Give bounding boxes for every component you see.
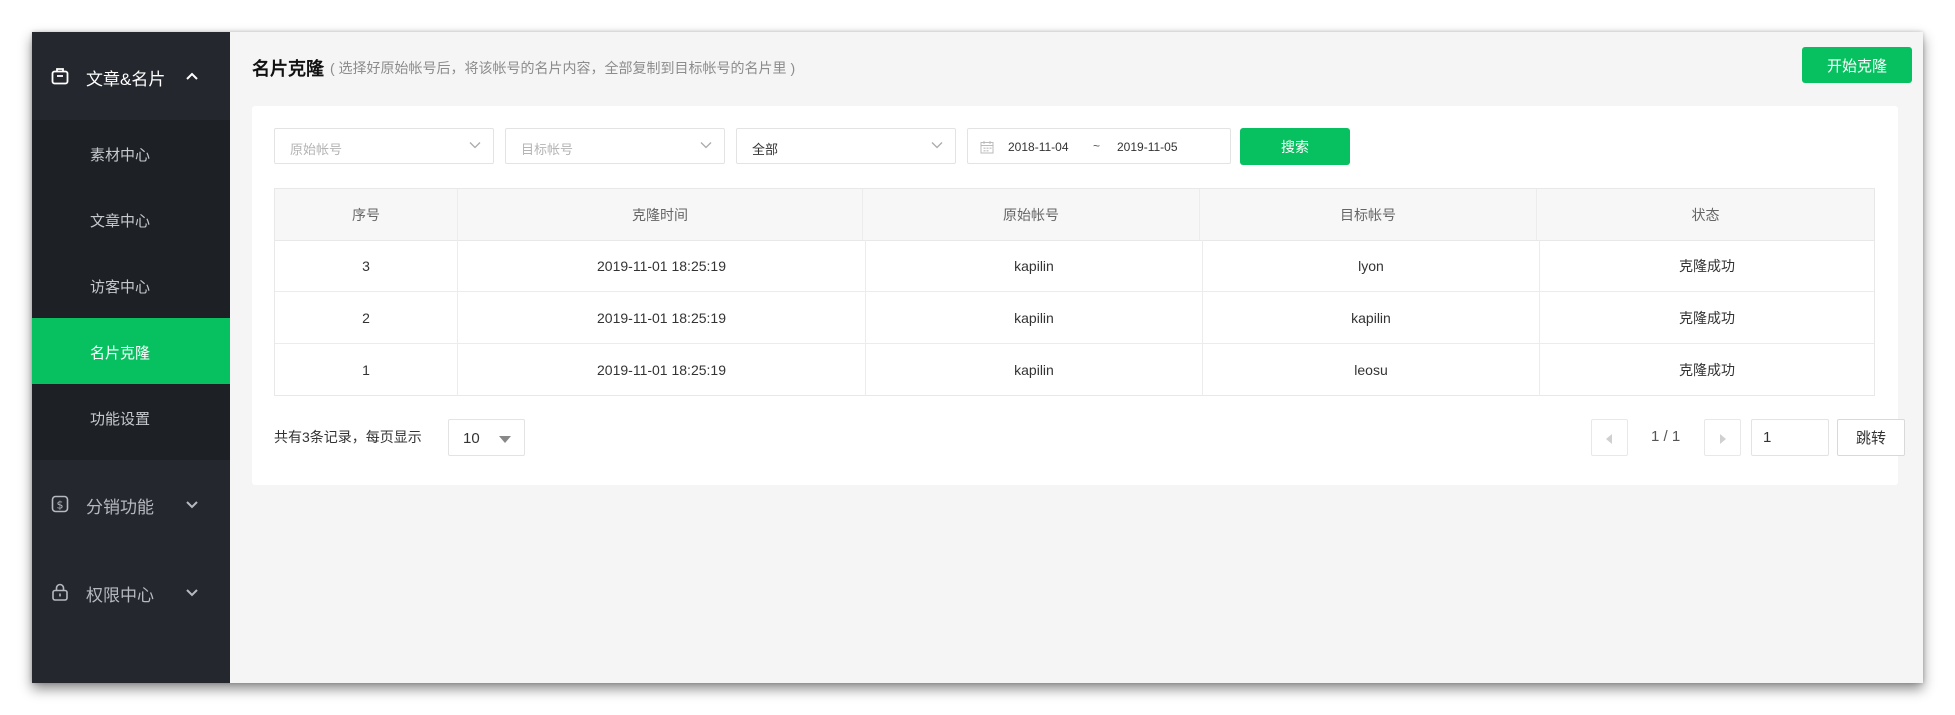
table-header: 序号 克隆时间 原始帐号 目标帐号 状态 xyxy=(275,189,1874,241)
sidebar-item-materials[interactable]: 素材中心 xyxy=(32,120,230,186)
chevron-down-icon xyxy=(700,142,712,149)
sidebar-item-settings[interactable]: 功能设置 xyxy=(32,384,230,450)
cell-clone-time: 2019-11-01 18:25:19 xyxy=(458,292,866,343)
cell-status: 克隆成功 xyxy=(1679,257,1735,274)
total-records-label: 共有3条记录，每页显示 xyxy=(274,429,422,445)
chevron-down-icon xyxy=(931,142,943,149)
column-header-target-account: 目标帐号 xyxy=(1200,189,1537,240)
sidebar: 文章&名片 素材中心 文章中心 访客中心 名片克隆 功能设置 $ 分销功能 权限… xyxy=(32,32,230,683)
app-window: 文章&名片 素材中心 文章中心 访客中心 名片克隆 功能设置 $ 分销功能 权限… xyxy=(32,32,1923,683)
page-hint: ( 选择好原始帐号后，将该帐号的名片内容，全部复制到目标帐号的名片里 ) xyxy=(330,60,796,76)
next-page-button[interactable] xyxy=(1704,419,1741,456)
column-header-source-account: 原始帐号 xyxy=(863,189,1200,240)
status-select[interactable]: 全部 xyxy=(736,128,956,164)
cell-source-account: kapilin xyxy=(866,344,1203,396)
sidebar-group-article-card[interactable]: 文章&名片 xyxy=(32,32,230,120)
chevron-down-icon xyxy=(186,589,198,597)
sidebar-item-label: 访客中心 xyxy=(90,279,151,296)
dollar-icon: $ xyxy=(51,495,69,513)
sidebar-item-label: 素材中心 xyxy=(90,147,151,164)
target-account-placeholder: 目标帐号 xyxy=(521,142,574,157)
cell-target-account: leosu xyxy=(1203,344,1540,396)
sidebar-item-visitors[interactable]: 访客中心 xyxy=(32,252,230,318)
date-end[interactable]: 2019-11-05 xyxy=(1117,140,1178,154)
sidebar-group-label: 分销功能 xyxy=(86,498,154,517)
chevron-up-icon xyxy=(186,72,198,80)
cell-source-account: kapilin xyxy=(866,240,1203,291)
sidebar-item-card-clone[interactable]: 名片克隆 xyxy=(32,318,230,384)
date-separator: ~ xyxy=(1093,139,1101,153)
svg-text:$: $ xyxy=(57,499,64,512)
column-header-status: 状态 xyxy=(1691,206,1720,223)
chevron-down-icon xyxy=(186,501,198,509)
page-size-select[interactable]: 10 xyxy=(448,419,525,456)
cell-status: 克隆成功 xyxy=(1679,362,1735,378)
cell-index: 2 xyxy=(275,292,458,343)
column-header-index: 序号 xyxy=(275,189,458,240)
sidebar-item-label: 名片克隆 xyxy=(90,345,151,362)
sidebar-group-distribution[interactable]: $ 分销功能 xyxy=(32,460,230,548)
sidebar-item-articles[interactable]: 文章中心 xyxy=(32,186,230,252)
jump-button[interactable]: 跳转 xyxy=(1837,419,1905,456)
search-button[interactable]: 搜索 xyxy=(1240,128,1350,165)
sidebar-group-label: 权限中心 xyxy=(86,586,154,605)
table-row: 2 2019-11-01 18:25:19 kapilin kapilin 克隆… xyxy=(275,292,1874,344)
page-title: 名片克隆 xyxy=(252,59,324,79)
date-start[interactable]: 2018-11-04 xyxy=(1008,140,1069,154)
sidebar-item-label: 文章中心 xyxy=(90,213,151,230)
prev-page-button[interactable] xyxy=(1591,419,1628,456)
caret-left-icon xyxy=(1606,434,1612,444)
cell-clone-time: 2019-11-01 18:25:19 xyxy=(458,344,866,396)
briefcase-icon xyxy=(51,68,69,85)
sidebar-group-permissions[interactable]: 权限中心 xyxy=(32,548,230,636)
caret-right-icon xyxy=(1720,434,1726,444)
cell-clone-time: 2019-11-01 18:25:19 xyxy=(458,240,866,291)
cell-target-account: kapilin xyxy=(1203,292,1540,343)
status-value: 全部 xyxy=(752,142,779,157)
chevron-down-icon xyxy=(469,142,481,149)
cell-index: 1 xyxy=(275,344,458,396)
page-info: 1 / 1 xyxy=(1651,428,1681,445)
source-account-select[interactable]: 原始帐号 xyxy=(274,128,494,164)
page-size-value: 10 xyxy=(463,430,480,447)
cell-status: 克隆成功 xyxy=(1679,309,1735,326)
calendar-icon xyxy=(980,141,994,154)
sidebar-submenu: 素材中心 文章中心 访客中心 名片克隆 功能设置 xyxy=(32,120,230,460)
sidebar-item-label: 功能设置 xyxy=(90,411,151,428)
content-panel: 原始帐号 目标帐号 全部 2018-11-04 ~ 2019-11-05 搜索 … xyxy=(252,106,1905,485)
table-row: 3 2019-11-01 18:25:19 kapilin lyon 克隆成功 xyxy=(275,240,1874,292)
table-row: 1 2019-11-01 18:25:19 kapilin leosu 克隆成功 xyxy=(275,344,1874,396)
cell-index: 3 xyxy=(275,240,458,291)
start-clone-button[interactable]: 开始克隆 xyxy=(1802,47,1912,83)
source-account-placeholder: 原始帐号 xyxy=(290,142,343,157)
main-content: 名片克隆 ( 选择好原始帐号后，将该帐号的名片内容，全部复制到目标帐号的名片里 … xyxy=(230,32,1923,683)
jump-page-input[interactable] xyxy=(1751,419,1829,456)
caret-down-icon xyxy=(499,436,511,443)
cell-source-account: kapilin xyxy=(866,292,1203,343)
clone-records-table: 序号 克隆时间 原始帐号 目标帐号 状态 3 2019-11-01 18:25:… xyxy=(274,188,1875,396)
lock-icon xyxy=(52,583,68,601)
sidebar-group-label: 文章&名片 xyxy=(86,70,166,89)
cell-target-account: lyon xyxy=(1203,240,1540,291)
column-header-clone-time: 克隆时间 xyxy=(458,189,863,240)
date-range-picker[interactable]: 2018-11-04 ~ 2019-11-05 xyxy=(967,128,1231,164)
target-account-select[interactable]: 目标帐号 xyxy=(505,128,725,164)
